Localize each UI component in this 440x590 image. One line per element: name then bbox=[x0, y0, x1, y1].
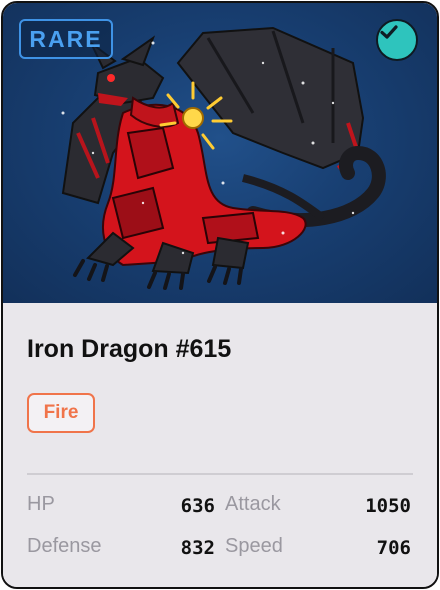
type-label: Fire bbox=[43, 402, 79, 423]
type-badge: Fire bbox=[27, 393, 95, 433]
stat-label-hp: HP bbox=[27, 493, 55, 515]
checkmark-icon bbox=[380, 25, 398, 39]
stat-label-defense: Defense bbox=[27, 535, 102, 557]
stat-value-attack: 1050 bbox=[365, 495, 411, 517]
stat-value-defense: 832 bbox=[180, 537, 215, 559]
stat-value-speed: 706 bbox=[376, 537, 411, 559]
card-details: Iron Dragon #615 Fire HP 636 Attack 1050… bbox=[3, 303, 437, 587]
divider bbox=[27, 473, 413, 475]
nft-card[interactable]: RARE Iron Dragon #615 Fire HP 636 Attack… bbox=[1, 1, 439, 589]
stat-label-attack: Attack bbox=[225, 493, 281, 515]
card-artwork: RARE bbox=[3, 3, 437, 303]
rarity-badge: RARE bbox=[19, 19, 113, 59]
card-title: Iron Dragon #615 bbox=[27, 335, 232, 363]
selected-check-button[interactable] bbox=[376, 19, 418, 61]
stat-label-speed: Speed bbox=[225, 535, 283, 557]
rarity-label: RARE bbox=[29, 25, 103, 52]
stat-value-hp: 636 bbox=[180, 495, 215, 517]
